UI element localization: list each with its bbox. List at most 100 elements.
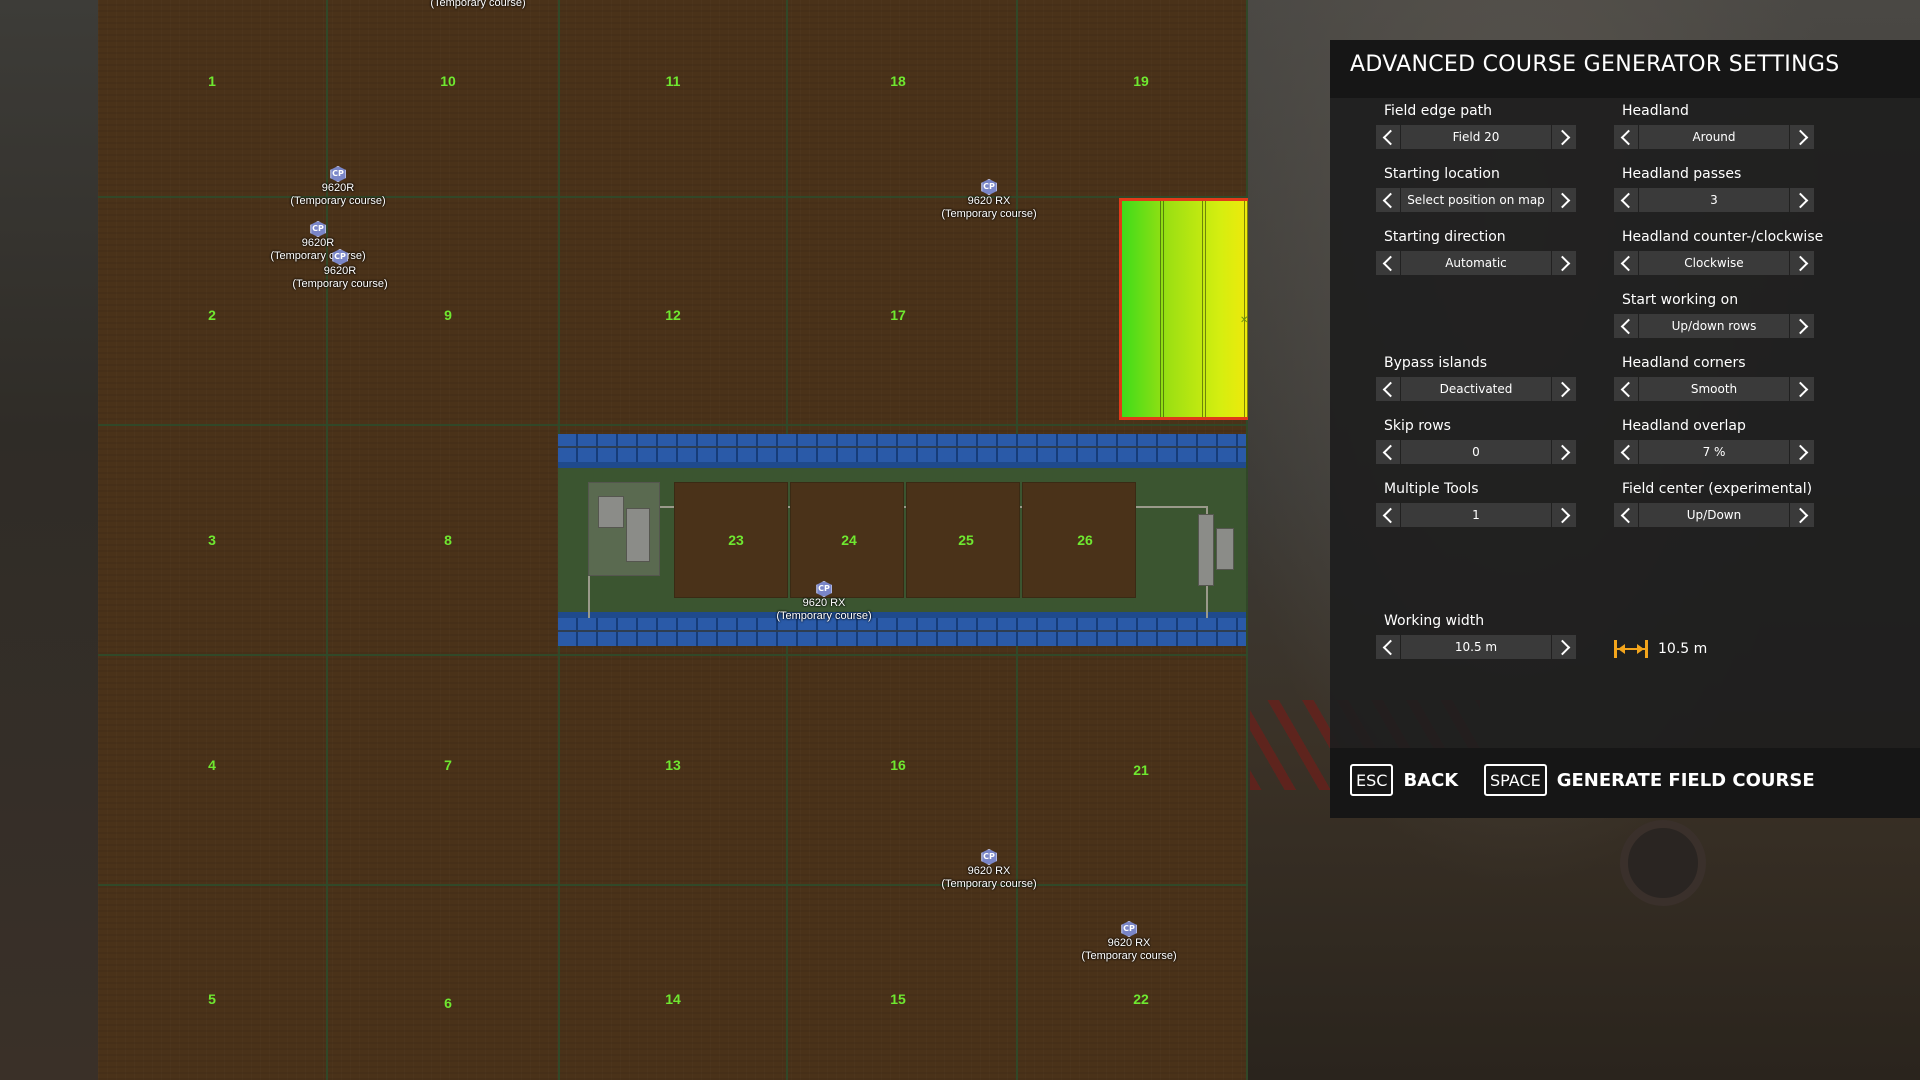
option-selector[interactable]: Select position on map: [1376, 188, 1576, 212]
field-number[interactable]: 9: [444, 307, 452, 323]
vehicle-marker[interactable]: CP 9620 RX (Temporary course): [941, 179, 1037, 221]
next-option-button[interactable]: [1790, 377, 1814, 401]
next-option-button[interactable]: [1790, 503, 1814, 527]
selected-option[interactable]: Around: [1639, 125, 1789, 149]
farm-building: [1198, 514, 1214, 586]
selected-option[interactable]: Select position on map: [1401, 188, 1551, 212]
option-selector[interactable]: Automatic: [1376, 251, 1576, 275]
previous-option-button[interactable]: [1614, 503, 1638, 527]
field-number[interactable]: 3: [208, 532, 216, 548]
selected-option[interactable]: 7 %: [1639, 440, 1789, 464]
space-key-hint: SPACE: [1484, 764, 1547, 796]
next-option-button[interactable]: [1790, 314, 1814, 338]
field-number[interactable]: 8: [444, 532, 452, 548]
field-number[interactable]: 4: [208, 757, 216, 773]
selected-option[interactable]: Field 20: [1401, 125, 1551, 149]
field-number[interactable]: 7: [444, 757, 452, 773]
field-number[interactable]: 26: [1077, 532, 1093, 548]
previous-option-button[interactable]: [1376, 503, 1400, 527]
next-option-button[interactable]: [1790, 125, 1814, 149]
field-number[interactable]: 21: [1133, 762, 1149, 778]
back-button[interactable]: ESC BACK: [1350, 762, 1458, 798]
option-selector[interactable]: Up/Down: [1614, 503, 1814, 527]
vehicle-marker[interactable]: CP 9620 RX (Temporary course): [776, 581, 872, 623]
vehicle-course-label: (Temporary course): [292, 278, 388, 290]
option-selector[interactable]: Field 20: [1376, 125, 1576, 149]
chevron-right-icon: [1792, 444, 1808, 460]
field-number[interactable]: 6: [444, 995, 452, 1011]
field-number[interactable]: 13: [665, 757, 681, 773]
next-option-button[interactable]: [1552, 251, 1576, 275]
field-number[interactable]: 18: [890, 73, 906, 89]
option-selector[interactable]: 3: [1614, 188, 1814, 212]
field-number[interactable]: 15: [890, 991, 906, 1007]
previous-option-button[interactable]: [1376, 377, 1400, 401]
next-option-button[interactable]: [1552, 440, 1576, 464]
selected-option[interactable]: 1: [1401, 503, 1551, 527]
option-selector[interactable]: 10.5 m: [1376, 635, 1576, 659]
next-option-button[interactable]: [1790, 251, 1814, 275]
previous-option-button[interactable]: [1614, 251, 1638, 275]
chevron-right-icon: [1554, 444, 1570, 460]
option-selector[interactable]: Up/down rows: [1614, 314, 1814, 338]
selected-field-course-preview[interactable]: ✕: [1119, 198, 1248, 420]
option-selector[interactable]: Smooth: [1614, 377, 1814, 401]
previous-option-button[interactable]: [1376, 125, 1400, 149]
vehicle-marker[interactable]: CP 9620 RX (Temporary course): [1081, 921, 1177, 963]
previous-option-button[interactable]: [1614, 314, 1638, 338]
previous-option-button[interactable]: [1614, 125, 1638, 149]
field-number[interactable]: 1: [208, 73, 216, 89]
courseplay-vehicle-icon: CP: [815, 581, 832, 597]
option-selector[interactable]: 0: [1376, 440, 1576, 464]
field-number[interactable]: 5: [208, 991, 216, 1007]
field-number[interactable]: 24: [841, 532, 857, 548]
option-selector[interactable]: 7 %: [1614, 440, 1814, 464]
next-option-button[interactable]: [1552, 188, 1576, 212]
selected-option[interactable]: 10.5 m: [1401, 635, 1551, 659]
field-number[interactable]: 11: [666, 73, 681, 89]
field-number[interactable]: 17: [890, 307, 906, 323]
selected-option[interactable]: Up/Down: [1639, 503, 1789, 527]
selected-option[interactable]: Up/down rows: [1639, 314, 1789, 338]
next-option-button[interactable]: [1552, 635, 1576, 659]
selected-option[interactable]: 0: [1401, 440, 1551, 464]
field-map[interactable]: ✕ 1 10 11 18 19 2 9 12 17 3 8 23 24 25 2…: [98, 0, 1248, 1080]
option-selector[interactable]: 1: [1376, 503, 1576, 527]
option-selector[interactable]: Clockwise: [1614, 251, 1814, 275]
field-number[interactable]: 23: [728, 532, 744, 548]
vehicle-marker[interactable]: CP 9620R (Temporary course): [292, 249, 388, 291]
previous-option-button[interactable]: [1614, 440, 1638, 464]
option-selector[interactable]: Around: [1614, 125, 1814, 149]
previous-option-button[interactable]: [1376, 635, 1400, 659]
field-number[interactable]: 2: [208, 307, 216, 323]
previous-option-button[interactable]: [1376, 440, 1400, 464]
vehicle-marker[interactable]: CP 9620R (Temporary course): [290, 166, 386, 208]
field-number[interactable]: 19: [1133, 73, 1149, 89]
previous-option-button[interactable]: [1614, 377, 1638, 401]
next-option-button[interactable]: [1552, 377, 1576, 401]
generate-field-course-button[interactable]: SPACE GENERATE FIELD COURSE: [1484, 762, 1815, 798]
vehicle-marker[interactable]: (Temporary course): [430, 0, 525, 10]
selected-option[interactable]: Automatic: [1401, 251, 1551, 275]
selected-option[interactable]: Smooth: [1639, 377, 1789, 401]
vehicle-marker[interactable]: CP 9620 RX (Temporary course): [941, 849, 1037, 891]
previous-option-button[interactable]: [1376, 251, 1400, 275]
field-number[interactable]: 14: [665, 991, 681, 1007]
field-number[interactable]: 25: [958, 532, 974, 548]
previous-option-button[interactable]: [1614, 188, 1638, 212]
vehicle-course-label: (Temporary course): [1081, 950, 1177, 962]
field-number[interactable]: 16: [890, 757, 906, 773]
field-border: [1246, 0, 1248, 1080]
next-option-button[interactable]: [1552, 125, 1576, 149]
field-number[interactable]: 22: [1133, 991, 1149, 1007]
field-number[interactable]: 10: [440, 73, 456, 89]
previous-option-button[interactable]: [1376, 188, 1400, 212]
option-selector[interactable]: Deactivated: [1376, 377, 1576, 401]
next-option-button[interactable]: [1790, 440, 1814, 464]
selected-option[interactable]: Clockwise: [1639, 251, 1789, 275]
field-number[interactable]: 12: [665, 307, 681, 323]
selected-option[interactable]: 3: [1639, 188, 1789, 212]
next-option-button[interactable]: [1790, 188, 1814, 212]
selected-option[interactable]: Deactivated: [1401, 377, 1551, 401]
next-option-button[interactable]: [1552, 503, 1576, 527]
